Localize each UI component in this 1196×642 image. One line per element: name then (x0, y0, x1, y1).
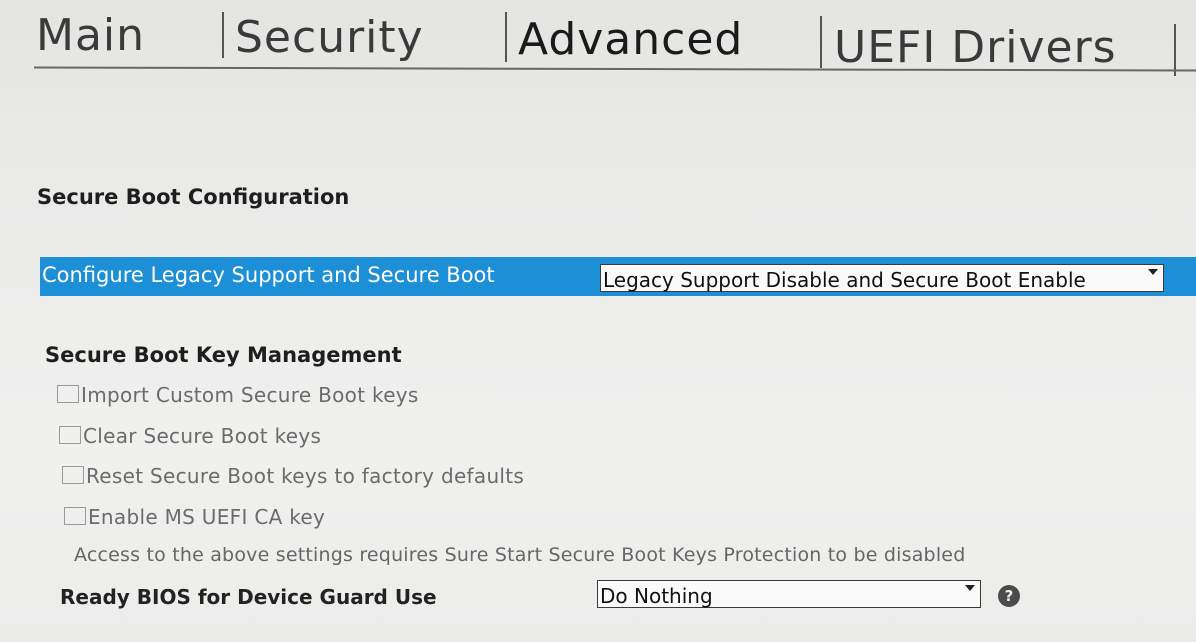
section-title-secure-boot-configuration: Secure Boot Configuration (37, 185, 350, 209)
tab-security[interactable]: Security (235, 12, 424, 63)
import-custom-keys-checkbox[interactable] (57, 385, 79, 403)
chevron-down-icon (1148, 269, 1158, 275)
configure-legacy-secure-boot-value: Legacy Support Disable and Secure Boot E… (603, 268, 1086, 292)
tab-separator (222, 12, 224, 58)
enable-ms-uefi-ca-key-checkbox[interactable] (64, 507, 86, 525)
configure-legacy-secure-boot-select[interactable]: Legacy Support Disable and Secure Boot E… (600, 264, 1164, 292)
tab-uefi-drivers[interactable]: UEFI Drivers (834, 22, 1117, 73)
device-guard-label: Ready BIOS for Device Guard Use (60, 585, 437, 609)
chevron-down-icon (965, 585, 975, 591)
tab-separator (820, 16, 822, 68)
key-protection-note: Access to the above settings requires Su… (74, 544, 966, 566)
reset-keys-checkbox[interactable] (62, 466, 84, 484)
device-guard-select[interactable]: Do Nothing (597, 580, 981, 608)
section-title-secure-boot-key-management: Secure Boot Key Management (45, 343, 402, 367)
tab-main[interactable]: Main (36, 10, 145, 61)
tab-separator (505, 12, 507, 62)
tab-bar: Main Security Advanced UEFI Drivers (0, 0, 1196, 80)
help-icon[interactable]: ? (998, 585, 1020, 607)
clear-keys-label: Clear Secure Boot keys (83, 424, 322, 448)
tab-advanced[interactable]: Advanced (518, 14, 743, 65)
configure-legacy-secure-boot-label: Configure Legacy Support and Secure Boot (42, 263, 495, 287)
import-custom-keys-label: Import Custom Secure Boot keys (81, 383, 419, 407)
reset-keys-label: Reset Secure Boot keys to factory defaul… (86, 464, 525, 488)
clear-keys-checkbox[interactable] (59, 426, 81, 444)
device-guard-value: Do Nothing (600, 584, 713, 608)
enable-ms-uefi-ca-key-label: Enable MS UEFI CA key (88, 505, 326, 529)
configure-legacy-secure-boot-row[interactable]: Configure Legacy Support and Secure Boot… (40, 257, 1196, 296)
tab-separator (1174, 24, 1176, 76)
